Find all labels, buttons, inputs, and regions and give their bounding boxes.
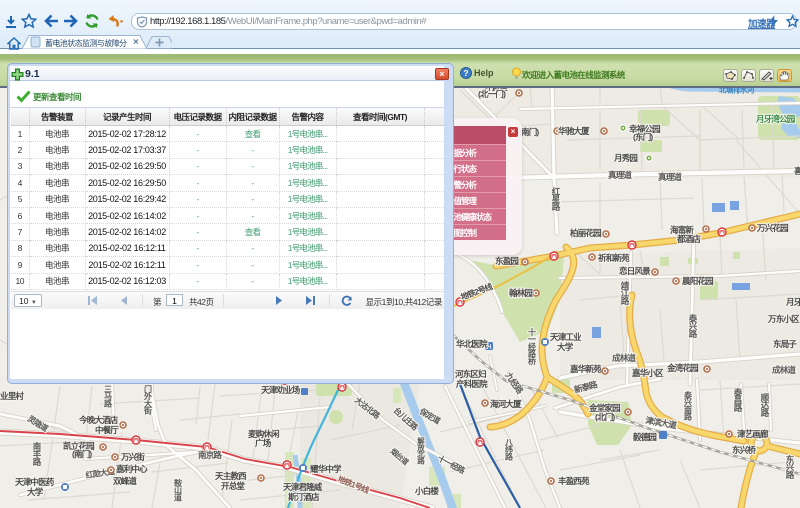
svg-text:都酒店: 都酒店 [676, 234, 701, 244]
svg-text:月秀园: 月秀园 [613, 153, 637, 163]
svg-text:嘉华小区: 嘉华小区 [631, 368, 664, 378]
svg-text:成林道: 成林道 [772, 365, 796, 375]
svg-text:真理道: 真理道 [658, 172, 682, 182]
svg-text:天津劝业场: 天津劝业场 [261, 385, 301, 395]
svg-text:柏丽花园: 柏丽花园 [570, 228, 601, 238]
svg-text:泰兴南路: 泰兴南路 [683, 390, 693, 422]
svg-text:鞍山道: 鞍山道 [174, 478, 183, 502]
svg-text:东局子: 东局子 [773, 339, 797, 349]
svg-text:天津君隆威: 天津君隆威 [283, 482, 323, 492]
svg-text:红星路: 红星路 [551, 186, 561, 211]
svg-text:八纬路: 八纬路 [504, 438, 514, 461]
svg-text:河东区妇: 河东区妇 [455, 369, 486, 379]
svg-text:南丰路: 南丰路 [32, 441, 42, 466]
svg-text:东兴桥: 东兴桥 [732, 445, 756, 455]
svg-text:三马路: 三马路 [103, 385, 113, 408]
svg-text:津艺画廊: 津艺画廊 [737, 429, 769, 439]
svg-text:泰兴路: 泰兴路 [688, 313, 698, 338]
svg-text:天津工业: 天津工业 [550, 332, 582, 342]
svg-text:华北医院: 华北医院 [456, 339, 488, 349]
svg-text:靖江路: 靖江路 [620, 280, 630, 305]
svg-text:斯汀酒店: 斯汀酒店 [288, 492, 320, 502]
svg-text:金湾花园: 金湾花园 [666, 363, 698, 373]
svg-text:月牙: 月牙 [785, 297, 800, 307]
svg-text:小白楼: 小白楼 [414, 486, 439, 496]
svg-text:丰盈西苑: 丰盈西苑 [558, 476, 590, 486]
svg-text:天津中医药: 天津中医药 [15, 477, 55, 487]
svg-text:晨阳花园: 晨阳花园 [682, 276, 713, 286]
svg-text:广场: 广场 [255, 438, 272, 448]
svg-text:大学: 大学 [27, 487, 44, 497]
svg-text:海河大厦: 海河大厦 [490, 399, 522, 409]
svg-text:东盈园: 东盈园 [495, 256, 518, 266]
svg-text:北塘排水河: 北塘排水河 [719, 88, 755, 95]
svg-text:万兴街: 万兴街 [120, 452, 145, 462]
svg-text:成林道: 成林道 [612, 353, 636, 363]
svg-text:泰昌路: 泰昌路 [733, 387, 743, 412]
svg-text:业里村: 业里村 [0, 391, 24, 401]
svg-text:真理道: 真理道 [608, 170, 632, 180]
svg-text:恋日风景: 恋日风景 [619, 266, 651, 276]
svg-text:万东小区: 万东小区 [767, 314, 800, 324]
svg-text:毅德园: 毅德园 [632, 432, 656, 442]
svg-text:(东门): (东门) [633, 132, 653, 142]
svg-text:天主教西: 天主教西 [215, 471, 247, 481]
svg-text:祈和新苑: 祈和新苑 [598, 253, 630, 263]
svg-text:H: H [486, 344, 491, 351]
svg-text:(北门): (北门) [595, 412, 615, 422]
svg-text:?: ? [463, 68, 468, 78]
svg-text:耀华中学: 耀华中学 [309, 464, 342, 474]
svg-text:开总堂: 开总堂 [221, 481, 245, 491]
svg-text:中餐厅: 中餐厅 [95, 425, 119, 435]
svg-text:顺达路: 顺达路 [760, 393, 770, 418]
svg-text:门外大街: 门外大街 [144, 384, 153, 416]
svg-text:(北一门): (北一门) [478, 89, 506, 99]
svg-text:月牙湾公园: 月牙湾公园 [755, 114, 795, 124]
svg-text:解放北路: 解放北路 [416, 436, 425, 466]
svg-text:东兴路: 东兴路 [785, 454, 795, 479]
svg-text:万兴花园: 万兴花园 [756, 223, 788, 233]
svg-text:翰林园: 翰林园 [509, 288, 532, 298]
svg-text:嘉利中心: 嘉利中心 [115, 464, 148, 474]
svg-text:(南门): (南门) [519, 127, 539, 137]
svg-text:产科医院: 产科医院 [456, 379, 488, 389]
svg-text:南京路: 南京路 [198, 450, 222, 460]
svg-text:嘉华新苑: 嘉华新苑 [569, 364, 602, 374]
svg-text:大学: 大学 [557, 342, 574, 352]
svg-text:双峰道: 双峰道 [113, 476, 137, 486]
svg-text:华驰大厦: 华驰大厦 [558, 126, 590, 136]
svg-text:十一经路桥: 十一经路桥 [527, 327, 537, 366]
svg-text:喜: 喜 [794, 166, 800, 176]
svg-text:(南门): (南门) [72, 449, 92, 459]
svg-text:今晚大酒店: 今晚大酒店 [78, 415, 119, 425]
